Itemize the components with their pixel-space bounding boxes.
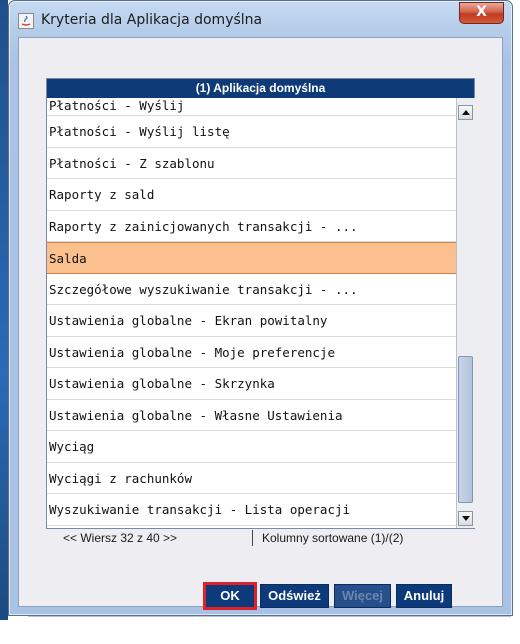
list-column-header[interactable]: (1) Aplikacja domyślna	[47, 79, 474, 98]
list-rows: Płatności - Wyślij Płatności - Wyślij li…	[47, 98, 456, 528]
list-item-selected[interactable]: Salda	[47, 242, 456, 274]
status-divider	[252, 530, 253, 546]
list-status: << Wiersz 32 z 40 >> Kolumny sortowane (…	[63, 528, 463, 548]
list-item[interactable]: Ustawienia globalne - Własne Ustawienia	[47, 400, 456, 431]
close-button[interactable]: X	[459, 2, 504, 24]
row-position-navigator[interactable]: << Wiersz 32 z 40 >>	[63, 531, 177, 545]
list-item[interactable]: Raporty z zainicjowanych transakcji - ..…	[47, 211, 456, 242]
list-item[interactable]: Płatności - Wyślij listę	[47, 116, 456, 148]
list-panel: (1) Aplikacja domyślna Płatności - Wyśli…	[46, 78, 475, 529]
desktop-edge	[0, 0, 8, 620]
button-bar	[28, 616, 511, 644]
title-bar[interactable]: Kryteria dla Aplikacja domyślna X	[9, 1, 512, 37]
dialog-content: (1) Aplikacja domyślna Płatności - Wyśli…	[18, 37, 511, 617]
ok-button[interactable]: OK	[203, 582, 257, 610]
scroll-up-button[interactable]	[458, 105, 473, 120]
window-title: Kryteria dla Aplikacja domyślna	[41, 12, 263, 28]
dialog-window: Kryteria dla Aplikacja domyślna X (1) Ap…	[8, 0, 513, 617]
sort-info: Kolumny sortowane (1)/(2)	[262, 531, 404, 545]
arrow-down-icon	[462, 516, 470, 521]
scroll-down-button[interactable]	[458, 511, 473, 526]
list-item[interactable]: Płatności - Z szablonu	[47, 148, 456, 179]
list-item[interactable]: Ustawienia globalne - Skrzynka	[47, 368, 456, 400]
more-button[interactable]: Więcej	[334, 584, 391, 608]
vertical-scrollbar[interactable]	[456, 98, 475, 528]
arrow-up-icon	[462, 110, 470, 115]
cancel-button[interactable]: Anuluj	[396, 584, 452, 608]
list-item[interactable]: Wyszukiwanie transakcji - Lista operacji	[47, 494, 456, 526]
list-item[interactable]: Wyciąg	[47, 431, 456, 463]
refresh-button[interactable]: Odśwież	[260, 584, 329, 608]
list-item[interactable]: Wyciągi z rachunków	[47, 463, 456, 494]
list-item[interactable]: Szczegółowe wyszukiwanie transakcji - ..…	[47, 274, 456, 305]
list-item[interactable]: Raporty z sald	[47, 179, 456, 211]
list-item[interactable]: Ustawienia globalne - Moje preferencje	[47, 337, 456, 368]
list-item[interactable]: Płatności - Wyślij	[47, 98, 456, 116]
scroll-thumb[interactable]	[458, 356, 473, 503]
list-item[interactable]: Ustawienia globalne - Ekran powitalny	[47, 305, 456, 337]
java-app-icon	[18, 13, 34, 29]
